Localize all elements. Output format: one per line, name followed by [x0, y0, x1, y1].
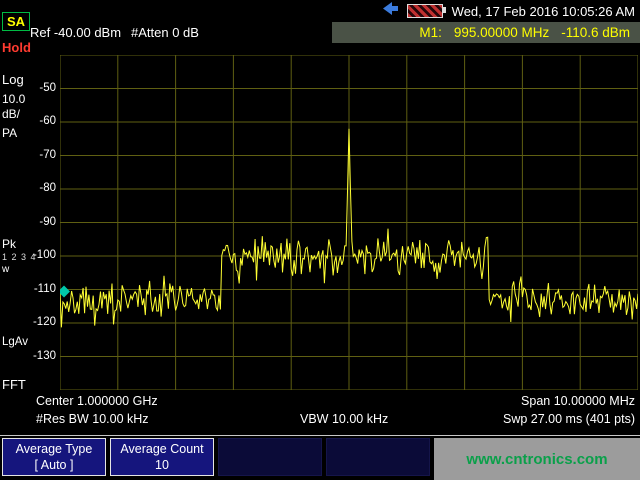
watermark-panel: www.cntronics.com: [434, 438, 640, 480]
y-axis-label: -110: [24, 283, 56, 295]
span: Span 10.00000 MHz: [521, 394, 635, 408]
marker-label: M1:: [419, 25, 442, 40]
spectrum-plot: [60, 55, 638, 390]
average-type-annunciator: LgAv: [2, 336, 28, 348]
softkey-average-type[interactable]: Average Type [ Auto ]: [2, 438, 106, 476]
date-time: Wed, 17 Feb 2016 10:05:26 AM: [452, 4, 635, 19]
scale-unit: dB/: [2, 107, 20, 121]
detector-annunciator: w: [2, 264, 9, 275]
battery-nub: [443, 7, 446, 13]
softkey-separator: [0, 435, 640, 436]
settings-bar: Ref -40.00 dBm #Atten 0 dB M1: 995.00000…: [0, 22, 640, 44]
preamp-annunciator: PA: [2, 126, 17, 140]
cursor-icon: [383, 2, 398, 20]
marker-m1-diamond: [60, 286, 70, 298]
mode-annunciator: SA: [2, 12, 30, 31]
marker-readout: M1: 995.00000 MHz -110.6 dBm: [332, 22, 640, 43]
y-axis-label: -80: [24, 182, 56, 194]
center-frequency: Center 1.000000 GHz: [36, 394, 158, 408]
sweep-time: Swp 27.00 ms (401 pts): [503, 412, 635, 426]
scale-value: 10.0: [2, 92, 25, 106]
ref-level: Ref -40.00 dBm: [30, 25, 121, 40]
watermark-text: www.cntronics.com: [466, 451, 607, 468]
y-axis-label: -60: [24, 115, 56, 127]
y-axis-label: -70: [24, 149, 56, 161]
softkey-bar: Average Type [ Auto ] Average Count 10 w…: [0, 438, 640, 480]
y-axis-label: -90: [24, 216, 56, 228]
softkey-blank-2[interactable]: [326, 438, 430, 476]
marker-frequency: 995.00000 MHz: [454, 25, 549, 40]
y-axis-label: -100: [24, 249, 56, 261]
res-bw: #Res BW 10.00 kHz: [36, 412, 149, 426]
status-bar: Wed, 17 Feb 2016 10:05:26 AM: [0, 0, 640, 22]
battery-icon: [407, 4, 443, 18]
spectrum-analyzer-screen: Wed, 17 Feb 2016 10:05:26 AM Ref -40.00 …: [0, 0, 640, 480]
video-bw: VBW 10.00 kHz: [300, 412, 388, 426]
y-axis-label: -120: [24, 316, 56, 328]
attenuation: #Atten 0 dB: [131, 25, 199, 40]
y-axis-label: -130: [24, 350, 56, 362]
sweep-annotations: Center 1.000000 GHz Span 10.00000 MHz #R…: [0, 390, 640, 434]
marker-level: -110.6 dBm: [561, 25, 630, 40]
hold-annunciator: Hold: [2, 40, 31, 55]
peak-annunciator: Pk: [2, 237, 16, 251]
y-axis-label: -50: [24, 82, 56, 94]
softkey-blank-1[interactable]: [218, 438, 322, 476]
scale-type-annunciator: Log: [2, 72, 24, 87]
softkey-average-count[interactable]: Average Count 10: [110, 438, 214, 476]
graticule-grid: [60, 55, 638, 390]
